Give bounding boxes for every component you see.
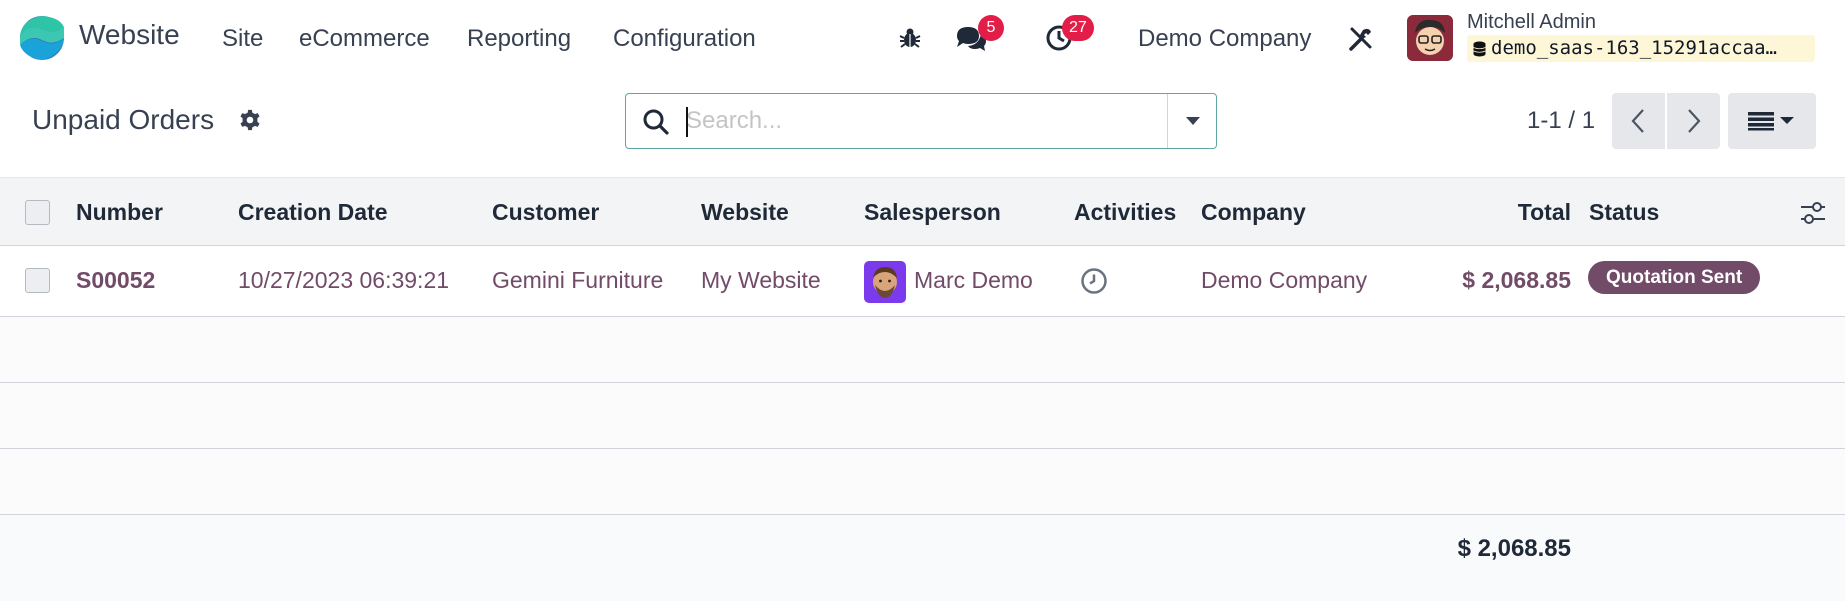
search-icon[interactable] [642,108,670,136]
list-view-switcher[interactable] [1728,93,1816,149]
column-header-company[interactable]: Company [1201,199,1306,226]
column-header-website[interactable]: Website [701,199,789,226]
caret-down-icon [1186,117,1200,125]
column-header-customer[interactable]: Customer [492,199,599,226]
table-header: Number Creation Date Customer Website Sa… [0,177,1845,246]
footer-total-sum: $ 2,068.85 [1457,535,1571,562]
menu-item-ecommerce[interactable]: eCommerce [299,25,430,53]
user-name[interactable]: Mitchell Admin [1467,11,1596,34]
column-header-total[interactable]: Total [1518,199,1571,226]
database-icon [1473,41,1486,57]
chevron-right-icon [1688,109,1701,133]
pager-previous-button[interactable] [1612,93,1665,149]
salesperson-avatar-icon [864,261,906,303]
top-navbar: Website Site eCommerce Reporting Configu… [0,0,1845,78]
menu-item-site[interactable]: Site [222,25,263,53]
pager-next-button[interactable] [1667,93,1720,149]
column-header-number[interactable]: Number [76,199,163,226]
select-all-checkbox[interactable] [25,200,50,225]
text-cursor [686,107,688,137]
activity-clock-icon[interactable] [1080,267,1108,295]
search-input[interactable] [686,104,1146,138]
table-footer: $ 2,068.85 [0,515,1845,601]
cell-creation-date: 10/27/2023 06:39:21 [238,267,450,293]
column-header-creation-date[interactable]: Creation Date [238,199,388,226]
company-switcher[interactable]: Demo Company [1138,25,1311,53]
column-header-status[interactable]: Status [1589,199,1659,226]
list-view-icon [1748,112,1794,131]
cell-number: S00052 [76,267,156,293]
table-row[interactable]: S00052 10/27/2023 06:39:21 Gemini Furnit… [0,246,1845,317]
empty-row [0,383,1845,449]
empty-row [0,449,1845,515]
activities-badge: 27 [1062,15,1094,41]
optional-columns-icon[interactable] [1800,201,1826,225]
row-select-checkbox[interactable] [25,268,50,293]
messages-badge: 5 [978,15,1004,41]
user-avatar[interactable] [1407,15,1453,61]
empty-row [0,317,1845,383]
menu-item-configuration[interactable]: Configuration [613,25,756,53]
database-name: demo_saas-163_15291accaa… [1467,35,1815,62]
search-bar [625,93,1217,149]
search-options-toggle[interactable] [1167,94,1217,148]
menu-item-reporting[interactable]: Reporting [467,25,571,53]
user-avatar-icon [1407,15,1453,61]
pager-value[interactable]: 1-1 / 1 [1527,107,1595,135]
cell-website[interactable]: My Website [701,267,821,294]
column-header-activities[interactable]: Activities [1074,199,1176,226]
app-name[interactable]: Website [79,19,180,51]
cell-customer[interactable]: Gemini Furniture [492,267,663,294]
bug-icon[interactable] [898,26,922,50]
tools-icon[interactable] [1348,26,1374,52]
status-badge: Quotation Sent [1588,261,1761,294]
website-app-logo-icon[interactable] [19,15,65,61]
chevron-left-icon [1631,109,1644,133]
salesperson-avatar[interactable] [864,261,906,303]
column-header-salesperson[interactable]: Salesperson [864,199,1001,226]
cell-company[interactable]: Demo Company [1201,267,1367,294]
page-title[interactable]: Unpaid Orders [32,104,214,136]
cell-total: $ 2,068.85 [1462,267,1571,293]
cell-salesperson[interactable]: Marc Demo [914,267,1033,294]
gear-icon[interactable] [239,109,261,131]
